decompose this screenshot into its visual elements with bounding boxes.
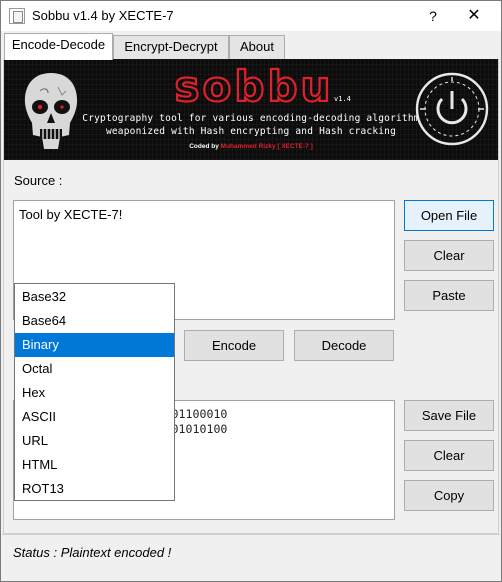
copy-button[interactable]: Copy bbox=[404, 480, 494, 511]
version-label: v1.4 bbox=[334, 95, 351, 103]
source-label: Source : bbox=[14, 173, 63, 188]
tab-bar: Encode-Decode Encrypt-Decrypt About bbox=[1, 31, 501, 60]
power-icon bbox=[415, 72, 489, 146]
clear-output-button[interactable]: Clear bbox=[404, 440, 494, 471]
banner: sobbu v1.4 Cryptography tool for various… bbox=[4, 59, 498, 160]
brand-text: sobbu bbox=[175, 65, 334, 111]
save-file-button[interactable]: Save File bbox=[404, 400, 494, 431]
app-window: Sobbu v1.4 by XECTE-7 ? ✕ Encode-Decode … bbox=[0, 0, 502, 582]
credit-author: Muhammed Rizky [ XECTE-7 ] bbox=[220, 143, 313, 150]
window-title: Sobbu v1.4 by XECTE-7 bbox=[32, 8, 174, 23]
dropdown-option-base32[interactable]: Base32 bbox=[15, 285, 174, 309]
status-text: Status : Plaintext encoded ! bbox=[13, 545, 172, 560]
dropdown-option-base64[interactable]: Base64 bbox=[15, 309, 174, 333]
decode-button[interactable]: Decode bbox=[294, 330, 394, 361]
paste-button[interactable]: Paste bbox=[404, 280, 494, 311]
tab-encode-decode[interactable]: Encode-Decode bbox=[4, 33, 113, 60]
dropdown-option-hex[interactable]: Hex bbox=[15, 381, 174, 405]
encode-button[interactable]: Encode bbox=[184, 330, 284, 361]
dropdown-option-url[interactable]: URL bbox=[15, 429, 174, 453]
dropdown-option-octal[interactable]: Octal bbox=[15, 357, 174, 381]
app-icon bbox=[9, 8, 25, 24]
help-button[interactable]: ? bbox=[421, 4, 445, 28]
close-button[interactable]: ✕ bbox=[461, 4, 487, 28]
dropdown-option-binary[interactable]: Binary bbox=[15, 333, 174, 357]
dropdown-option-ascii[interactable]: ASCII bbox=[15, 405, 174, 429]
sobbu-logo: sobbu bbox=[173, 65, 334, 111]
clear-source-button[interactable]: Clear bbox=[404, 240, 494, 271]
skull-icon bbox=[24, 73, 78, 149]
tab-encrypt-decrypt[interactable]: Encrypt-Decrypt bbox=[113, 35, 229, 59]
tab-about[interactable]: About bbox=[229, 35, 285, 59]
dropdown-option-html[interactable]: HTML bbox=[15, 453, 174, 477]
open-file-button[interactable]: Open File bbox=[404, 200, 494, 231]
dropdown-option-rot13[interactable]: ROT13 bbox=[15, 477, 174, 501]
status-bar: Status : Plaintext encoded ! bbox=[2, 534, 500, 581]
credit-prefix: Coded by bbox=[189, 143, 219, 150]
title-bar[interactable]: Sobbu v1.4 by XECTE-7 ? ✕ bbox=[1, 1, 501, 31]
encoding-dropdown-list[interactable]: Base32 Base64 Binary Octal Hex ASCII URL… bbox=[14, 283, 175, 501]
